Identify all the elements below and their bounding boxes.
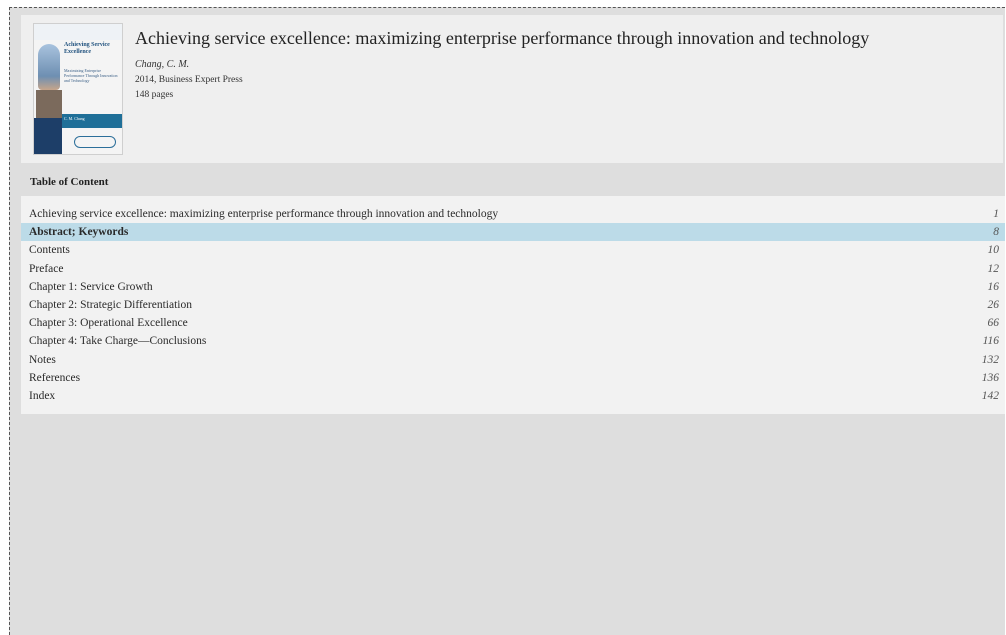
toc-entry-label[interactable]: Index: [29, 387, 55, 405]
toc-entry-label[interactable]: Abstract; Keywords: [29, 223, 128, 241]
toc-entry[interactable]: Abstract; Keywords 8: [21, 223, 1005, 242]
toc-entry-label[interactable]: References: [29, 369, 80, 387]
cover-title: Achieving Service Excellence: [64, 42, 110, 55]
toc-entry-label[interactable]: Chapter 4: Take Charge—Conclusions: [29, 332, 206, 350]
toc-entry[interactable]: Notes 132: [21, 351, 1005, 369]
toc-entry-page: 12: [987, 262, 1000, 275]
cover-photo: [36, 90, 62, 118]
toc-list: Achieving service excellence: maximizing…: [21, 196, 1005, 414]
toc-entry-label[interactable]: Chapter 2: Strategic Differentiation: [29, 296, 192, 314]
page-count: 148 pages: [135, 90, 174, 100]
toc-entry[interactable]: Index 142: [21, 387, 1005, 405]
toc-entry-page: 26: [987, 298, 1000, 311]
cover-blocks: [34, 118, 62, 154]
book-header: Achieving Service Excellence Maximizing …: [21, 15, 1003, 163]
publisher-logo-icon: [74, 136, 116, 148]
toc-entry[interactable]: Preface 12: [21, 260, 1005, 278]
book-title: Achieving service excellence: maximizing…: [135, 28, 870, 48]
toc-entry-page: 1: [993, 208, 999, 220]
toc-entry[interactable]: Chapter 4: Take Charge—Conclusions 116: [21, 332, 1005, 350]
cover-top-strip: [34, 24, 122, 40]
book-cover-image[interactable]: Achieving Service Excellence Maximizing …: [33, 23, 123, 155]
toc-entry-page: 116: [982, 335, 999, 348]
toc-entry-label[interactable]: Preface: [29, 260, 63, 278]
toc-entry-page: 10: [987, 244, 1000, 257]
toc-entry-label[interactable]: Chapter 1: Service Growth: [29, 278, 153, 296]
toc-entry-label[interactable]: Achieving service excellence: maximizing…: [29, 205, 498, 223]
toc-entry-page: 16: [987, 280, 1000, 293]
toc-entry[interactable]: Achieving service excellence: maximizing…: [21, 205, 1005, 223]
toc-heading: Table of Content: [30, 176, 109, 188]
publication-info: 2014, Business Expert Press: [135, 75, 243, 85]
lightbulb-icon: [38, 44, 60, 90]
cover-author: C. M. Chang: [64, 116, 85, 121]
book-author[interactable]: Chang, C. M.: [135, 59, 189, 70]
toc-entry[interactable]: Chapter 1: Service Growth 16: [21, 278, 1005, 296]
toc-entry-label[interactable]: Chapter 3: Operational Excellence: [29, 314, 188, 332]
toc-entry-label[interactable]: Notes: [29, 351, 56, 369]
toc-entry[interactable]: Chapter 3: Operational Excellence 66: [21, 314, 1005, 332]
toc-entry-page: 132: [981, 353, 999, 366]
toc-entry[interactable]: Chapter 2: Strategic Differentiation 26: [21, 296, 1005, 314]
toc-entry-page: 8: [993, 226, 999, 239]
toc-entry[interactable]: References 136: [21, 369, 1005, 387]
toc-entry-label[interactable]: Contents: [29, 241, 70, 259]
toc-entry-page: 66: [987, 317, 1000, 330]
toc-entry[interactable]: Contents 10: [21, 241, 1005, 259]
toc-entry-page: 142: [981, 389, 999, 402]
toc-entry-page: 136: [981, 371, 999, 384]
cover-subtitle: Maximizing Enterprise Performance Throug…: [64, 68, 118, 83]
